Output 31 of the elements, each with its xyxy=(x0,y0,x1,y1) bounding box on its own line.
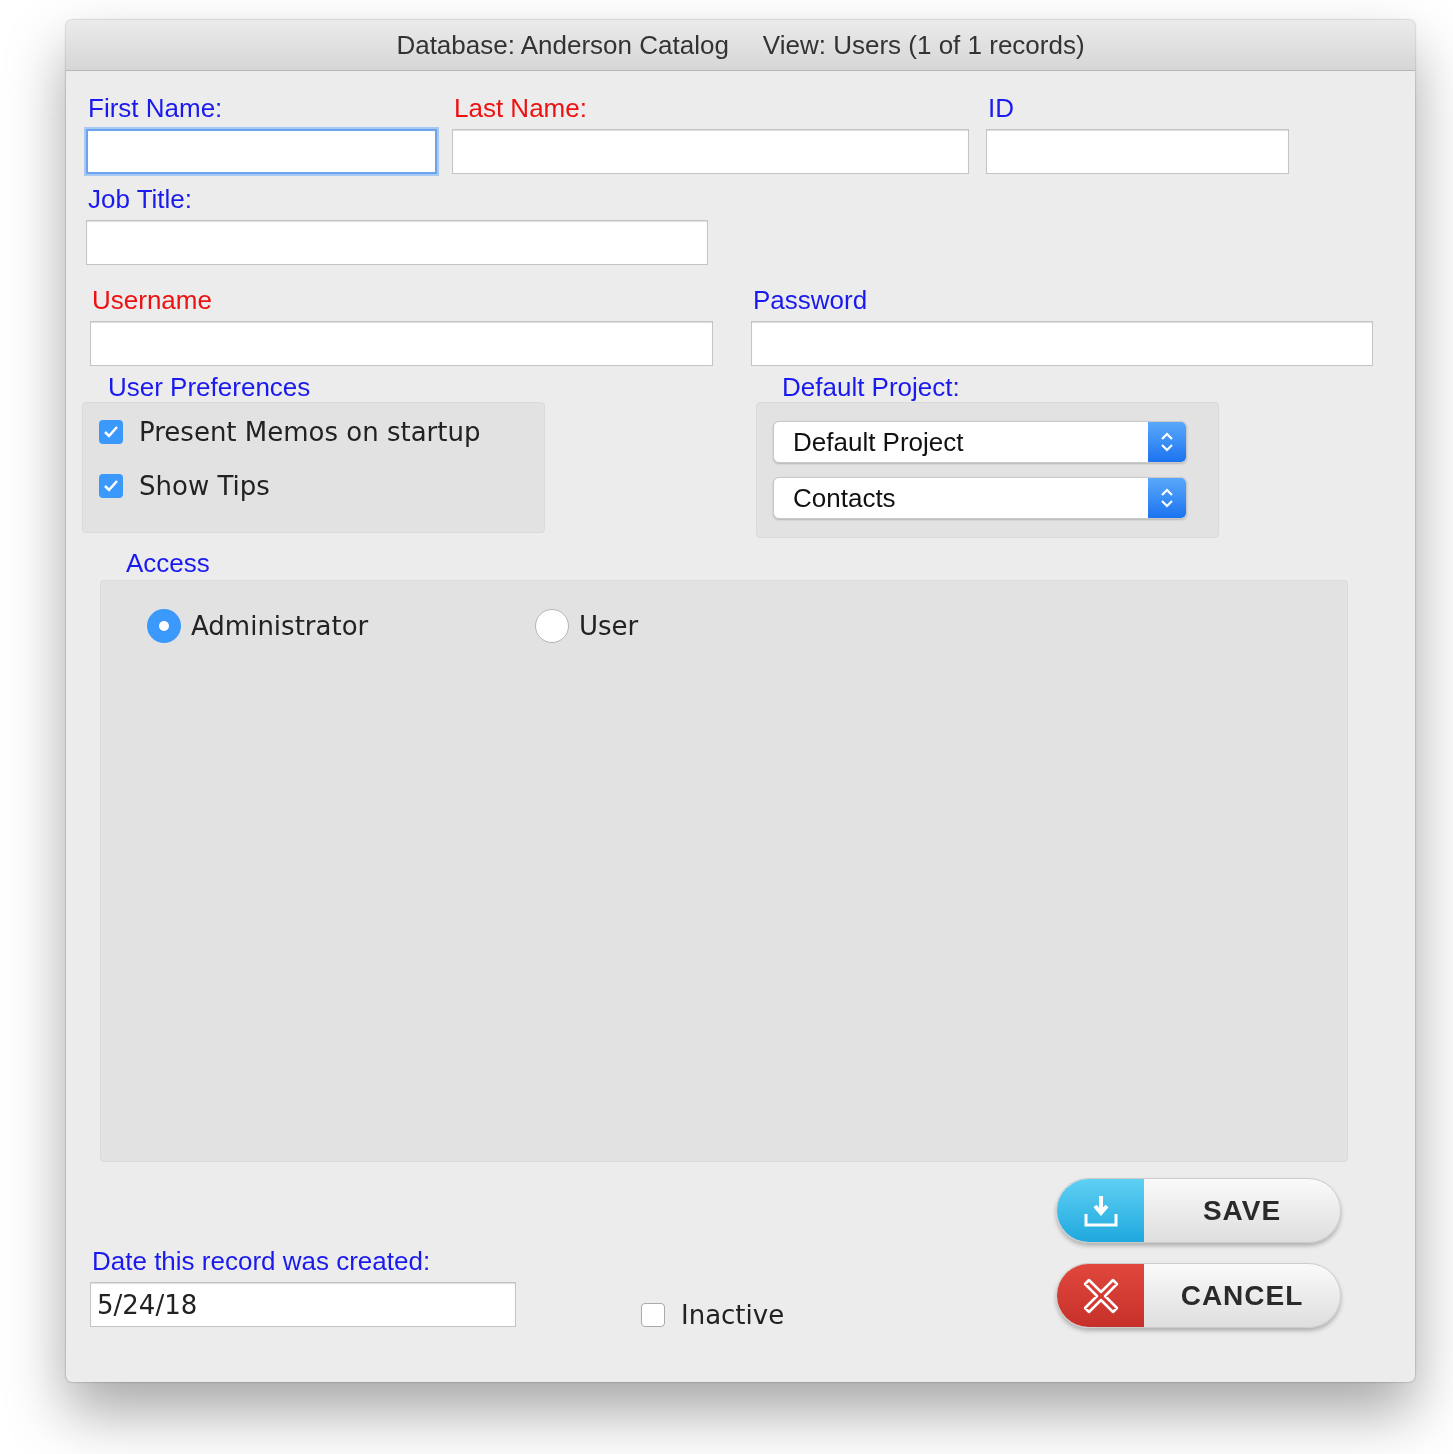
stepper-icon xyxy=(1148,478,1186,518)
save-button[interactable]: SAVE xyxy=(1056,1178,1341,1243)
date-field[interactable]: 5/24/18 xyxy=(90,1282,516,1327)
radio-option[interactable]: User xyxy=(535,609,639,643)
field-label: First Name: xyxy=(88,93,224,123)
group-label: User Preferences xyxy=(108,372,312,402)
field-label: Password xyxy=(753,285,869,315)
download-icon xyxy=(1082,1193,1119,1228)
dropdown[interactable]: Contacts xyxy=(773,477,1187,519)
text-field[interactable] xyxy=(452,129,969,174)
field-label: Username xyxy=(92,285,213,315)
cancel-button[interactable]: CANCEL xyxy=(1056,1263,1341,1328)
group-label: Access xyxy=(126,548,211,578)
dropdown[interactable]: Default Project xyxy=(773,421,1187,463)
window-title: Database: Anderson Catalog xyxy=(396,29,729,61)
text-field[interactable] xyxy=(86,220,708,265)
field-label: Last Name: xyxy=(454,93,588,123)
field-label: ID xyxy=(988,93,1015,123)
group-label: Default Project: xyxy=(782,372,961,402)
window-title: View: Users (1 of 1 records) xyxy=(762,29,1085,61)
checkbox[interactable]: Inactive xyxy=(641,1300,785,1330)
checkbox[interactable]: Show Tips xyxy=(99,471,528,501)
checkbox[interactable]: Present Memos on startup xyxy=(99,417,528,447)
text-field[interactable] xyxy=(86,129,437,174)
text-field[interactable] xyxy=(751,321,1373,366)
stepper-icon xyxy=(1148,422,1186,462)
field-label: Job Title: xyxy=(88,184,194,214)
text-field[interactable] xyxy=(986,129,1289,174)
radio-option[interactable]: Administrator xyxy=(147,609,371,643)
field-label: Date this record was created: xyxy=(92,1246,432,1276)
text-field[interactable] xyxy=(90,321,713,366)
